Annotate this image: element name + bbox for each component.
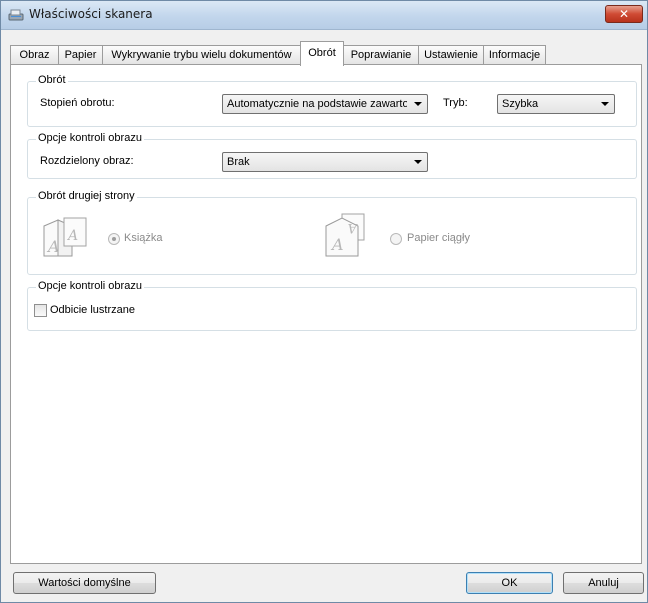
fanfold-label: Papier ciągły <box>407 232 470 244</box>
tab-papier[interactable]: Papier <box>58 45 103 65</box>
tab-panel-obrot: Obrót Stopień obrotu: Automatycznie na p… <box>10 64 642 564</box>
split-image-label: Rozdzielony obraz: <box>40 155 134 167</box>
tab-obraz[interactable]: Obraz <box>10 45 59 65</box>
svg-text:A: A <box>46 237 60 256</box>
fanfold-radio[interactable] <box>390 233 402 245</box>
close-button[interactable]: ✕ <box>605 5 643 23</box>
split-image-value: Brak <box>227 156 250 168</box>
tab-informacje[interactable]: Informacje <box>483 45 546 65</box>
second-side-group: Obrót drugiej strony A A Książka A A Pap… <box>27 190 637 275</box>
image-control-group-2-title: Opcje kontroli obrazu <box>36 280 144 292</box>
chevron-down-icon <box>414 102 422 106</box>
tab-strip: Obraz Papier Wykrywanie trybu wielu doku… <box>10 41 642 66</box>
rotation-degree-label: Stopień obrotu: <box>40 97 115 109</box>
svg-text:A: A <box>330 235 344 254</box>
tab-obrot[interactable]: Obrót <box>300 41 344 66</box>
image-control-group: Opcje kontroli obrazu Rozdzielony obraz:… <box>27 132 637 179</box>
book-label: Książka <box>124 232 163 244</box>
chevron-down-icon <box>414 160 422 164</box>
tab-wykrywanie[interactable]: Wykrywanie trybu wielu dokumentów <box>102 45 301 65</box>
window-title: Właściwości skanera <box>29 7 153 21</box>
rotation-degree-select[interactable]: Automatycznie na podstawie zawartości <box>222 94 428 114</box>
tab-poprawianie[interactable]: Poprawianie <box>343 45 419 65</box>
tab-ustawienie[interactable]: Ustawienie <box>418 45 484 65</box>
image-control-group-title: Opcje kontroli obrazu <box>36 132 144 144</box>
defaults-button[interactable]: Wartości domyślne <box>13 572 156 594</box>
svg-text:A: A <box>348 220 358 235</box>
image-control-group-2: Opcje kontroli obrazu Odbicie lustrzane <box>27 280 637 331</box>
mirror-label: Odbicie lustrzane <box>50 304 135 316</box>
split-image-select[interactable]: Brak <box>222 152 428 172</box>
rotation-group: Obrót Stopień obrotu: Automatycznie na p… <box>27 74 637 127</box>
cancel-button[interactable]: Anuluj <box>563 572 644 594</box>
svg-text:A: A <box>66 228 78 244</box>
fanfold-icon: A A <box>325 213 365 257</box>
chevron-down-icon <box>601 102 609 106</box>
scanner-properties-window: Właściwości skanera ✕ Obraz Papier Wykry… <box>0 0 648 603</box>
title-bar: Właściwości skanera ✕ <box>1 1 647 30</box>
ok-button[interactable]: OK <box>466 572 553 594</box>
book-radio[interactable] <box>108 233 120 245</box>
book-icon: A A <box>43 217 87 257</box>
rotation-group-title: Obrót <box>36 74 68 86</box>
second-side-group-title: Obrót drugiej strony <box>36 190 137 202</box>
mode-value: Szybka <box>502 98 539 110</box>
mirror-checkbox[interactable] <box>34 304 47 317</box>
rotation-degree-value: Automatycznie na podstawie zawartości <box>227 98 407 110</box>
mode-select[interactable]: Szybka <box>497 94 615 114</box>
mode-label: Tryb: <box>443 97 468 109</box>
scanner-icon <box>8 9 24 21</box>
